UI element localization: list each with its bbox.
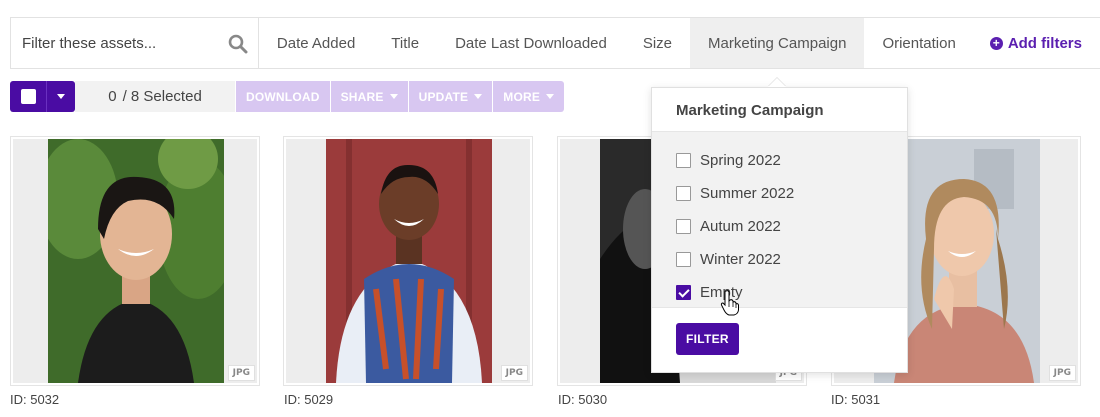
campaign-options-list: Spring 2022 Summer 2022 Autum 2022 Winte… [652, 132, 907, 308]
select-options-dropdown[interactable] [46, 81, 75, 112]
filter-tab-date-added[interactable]: Date Added [259, 18, 373, 68]
selection-toolbar: 0 / 8 Selected DOWNLOAD SHARE UPDATE MOR… [10, 81, 565, 112]
asset-card[interactable]: JPG [10, 136, 260, 386]
hand-pointer-icon [720, 290, 739, 316]
selected-total-label: / 8 Selected [122, 88, 202, 105]
checkbox-checked[interactable] [676, 285, 691, 300]
caret-down-icon [389, 94, 398, 99]
file-type-badge: JPG [500, 365, 528, 381]
option-empty[interactable]: Empty [676, 276, 907, 309]
asset-thumbnail [13, 139, 257, 383]
option-label: Summer 2022 [700, 185, 795, 202]
option-label: Spring 2022 [700, 152, 781, 169]
option-label: Winter 2022 [700, 251, 781, 268]
plus-circle-icon: + [989, 36, 1003, 50]
portrait-photo [326, 139, 492, 383]
caret-down-icon [546, 94, 555, 99]
filter-bar: Date Added Title Date Last Downloaded Si… [10, 17, 1100, 69]
portrait-photo [48, 139, 224, 383]
option-label: Autum 2022 [700, 218, 781, 235]
search-box [11, 18, 259, 68]
asset-id: ID: 5030 [558, 392, 608, 407]
filter-tab-orientation[interactable]: Orientation [864, 18, 973, 68]
checkbox[interactable] [676, 219, 691, 234]
checkbox[interactable] [676, 252, 691, 267]
share-button[interactable]: SHARE [330, 81, 408, 112]
marketing-campaign-dropdown: Marketing Campaign Spring 2022 Summer 20… [651, 87, 908, 373]
dropdown-title: Marketing Campaign [652, 88, 907, 132]
filter-tab-title[interactable]: Title [373, 18, 437, 68]
filter-tab-date-last-downloaded[interactable]: Date Last Downloaded [437, 18, 625, 68]
caret-down-icon [57, 94, 65, 99]
caret-down-icon [474, 94, 483, 99]
option-autum-2022[interactable]: Autum 2022 [676, 210, 907, 243]
select-all-checkbox[interactable] [10, 81, 46, 112]
filter-tab-size[interactable]: Size [625, 18, 690, 68]
asset-thumbnail [286, 139, 530, 383]
option-spring-2022[interactable]: Spring 2022 [676, 144, 907, 177]
add-filters-label: Add filters [1007, 34, 1082, 52]
share-label: SHARE [340, 89, 384, 104]
asset-id: ID: 5031 [831, 392, 881, 407]
more-label: MORE [503, 89, 541, 104]
asset-id: ID: 5029 [284, 392, 334, 407]
file-type-badge: JPG [1048, 365, 1076, 381]
option-summer-2022[interactable]: Summer 2022 [676, 177, 907, 210]
search-icon[interactable] [228, 34, 248, 54]
more-button[interactable]: MORE [493, 81, 565, 112]
update-button[interactable]: UPDATE [408, 81, 493, 112]
selection-count: 0 / 8 Selected [75, 81, 235, 112]
filter-button[interactable]: FILTER [676, 323, 739, 355]
download-button[interactable]: DOWNLOAD [236, 81, 330, 112]
selected-count-value: 0 [108, 88, 117, 105]
asset-id: ID: 5032 [10, 392, 60, 407]
file-type-badge: JPG [227, 365, 255, 381]
search-input[interactable] [11, 18, 258, 68]
option-winter-2022[interactable]: Winter 2022 [676, 243, 907, 276]
dropdown-footer: FILTER [652, 308, 907, 355]
add-filters-button[interactable]: + Add filters [974, 18, 1100, 68]
checkbox[interactable] [676, 186, 691, 201]
checkbox[interactable] [676, 153, 691, 168]
download-label: DOWNLOAD [246, 89, 320, 104]
filter-tab-marketing-campaign[interactable]: Marketing Campaign [690, 18, 865, 68]
asset-card[interactable]: JPG [283, 136, 533, 386]
update-label: UPDATE [418, 89, 469, 104]
